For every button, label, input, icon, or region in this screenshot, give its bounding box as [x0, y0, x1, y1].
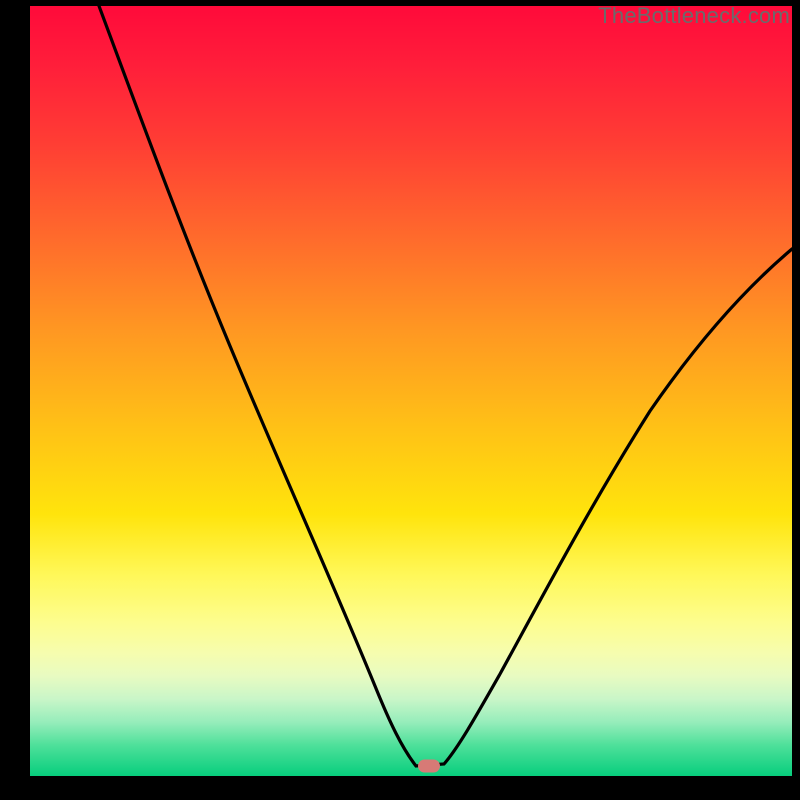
watermark-text: TheBottleneck.com — [598, 3, 790, 29]
chart-frame: TheBottleneck.com — [0, 0, 800, 800]
plot-area — [30, 6, 792, 776]
curve-path — [99, 6, 792, 766]
optimum-marker — [418, 760, 440, 773]
bottleneck-curve — [30, 6, 792, 776]
